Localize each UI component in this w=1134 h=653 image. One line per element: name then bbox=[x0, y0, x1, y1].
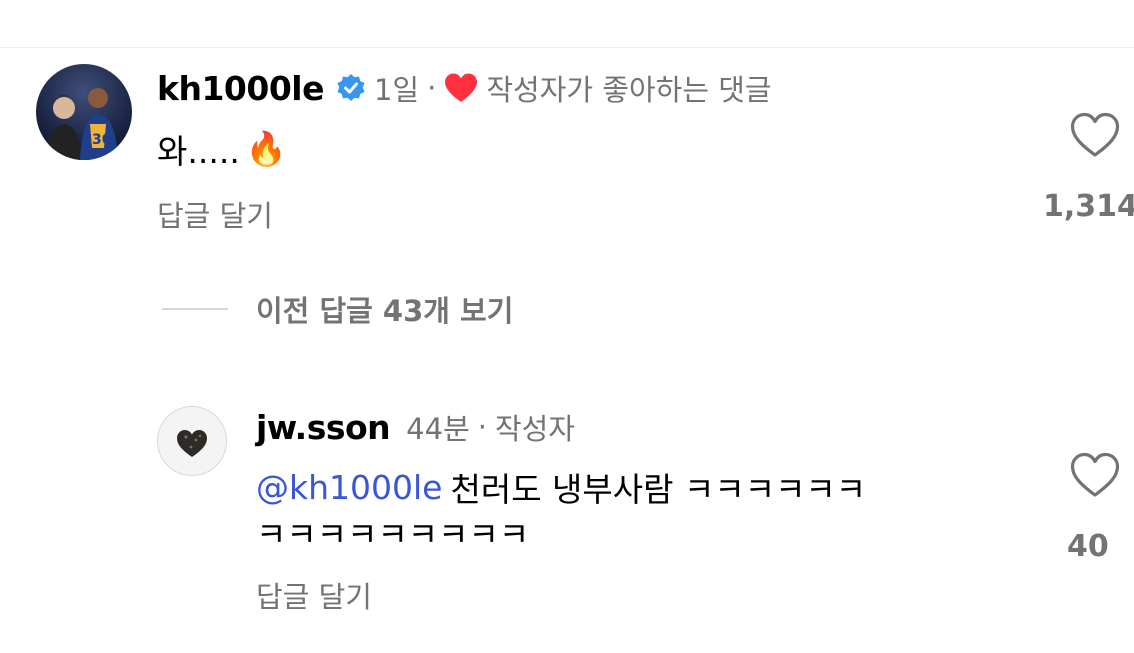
comment-body: 와..... 🔥 bbox=[157, 124, 287, 174]
top-divider bbox=[0, 47, 1134, 48]
mention-link[interactable]: @kh1000le bbox=[256, 468, 442, 507]
comment-text: 천러도 냉부사람 ㅋㅋㅋㅋㅋㅋ bbox=[450, 470, 867, 509]
fire-emoji: 🔥 bbox=[245, 129, 287, 168]
comment-username[interactable]: jw.sson bbox=[256, 408, 391, 447]
svg-text:30: 30 bbox=[92, 132, 112, 148]
reply-button[interactable]: 답글 달기 bbox=[256, 574, 372, 616]
heart-avatar-icon bbox=[177, 430, 207, 457]
author-liked-label: 작성자가 좋아하는 댓글 bbox=[486, 73, 772, 107]
comment-text: 와..... bbox=[157, 132, 240, 171]
like-heart-icon[interactable] bbox=[1070, 452, 1120, 498]
reply-button[interactable]: 답글 달기 bbox=[157, 193, 273, 235]
author-badge: 작성자 bbox=[494, 412, 576, 446]
avatar[interactable]: 30 bbox=[36, 64, 132, 160]
like-count: 1,314 bbox=[1043, 189, 1134, 224]
avatar[interactable] bbox=[157, 406, 227, 476]
view-previous-replies-button[interactable]: 이전 답글 43개 보기 bbox=[256, 288, 513, 330]
reply-header: jw.sson 44분 · 작성자 bbox=[256, 405, 575, 449]
comment-time: 1일 bbox=[373, 73, 420, 107]
comment-time: 44분 bbox=[406, 412, 470, 446]
meta-separator: · bbox=[477, 410, 487, 444]
like-count: 40 bbox=[1067, 529, 1109, 564]
comment-text-continued: ㅋㅋㅋㅋㅋㅋㅋㅋㅋ bbox=[256, 515, 530, 554]
reply-body-line-2: ㅋㅋㅋㅋㅋㅋㅋㅋㅋ bbox=[256, 508, 529, 556]
replies-divider-line bbox=[162, 308, 228, 310]
comment-header: kh1000le 1일 · 작성자가 좋아하는 댓글 bbox=[157, 66, 772, 110]
meta-separator: · bbox=[427, 71, 437, 105]
avatar-photo-icon: 30 bbox=[46, 88, 118, 160]
comment-username[interactable]: kh1000le bbox=[157, 69, 324, 108]
comments-screen: 30 kh1000le 1일 · 작성자가 좋아하는 댓글 와..... 🔥 답… bbox=[0, 0, 1134, 653]
reply-body-line-1: @kh1000le 천러도 냉부사람 ㅋㅋㅋㅋㅋㅋ bbox=[256, 463, 866, 511]
verified-badge-icon bbox=[336, 73, 366, 103]
like-heart-icon[interactable] bbox=[1070, 112, 1120, 158]
author-liked-heart-icon bbox=[444, 72, 478, 104]
